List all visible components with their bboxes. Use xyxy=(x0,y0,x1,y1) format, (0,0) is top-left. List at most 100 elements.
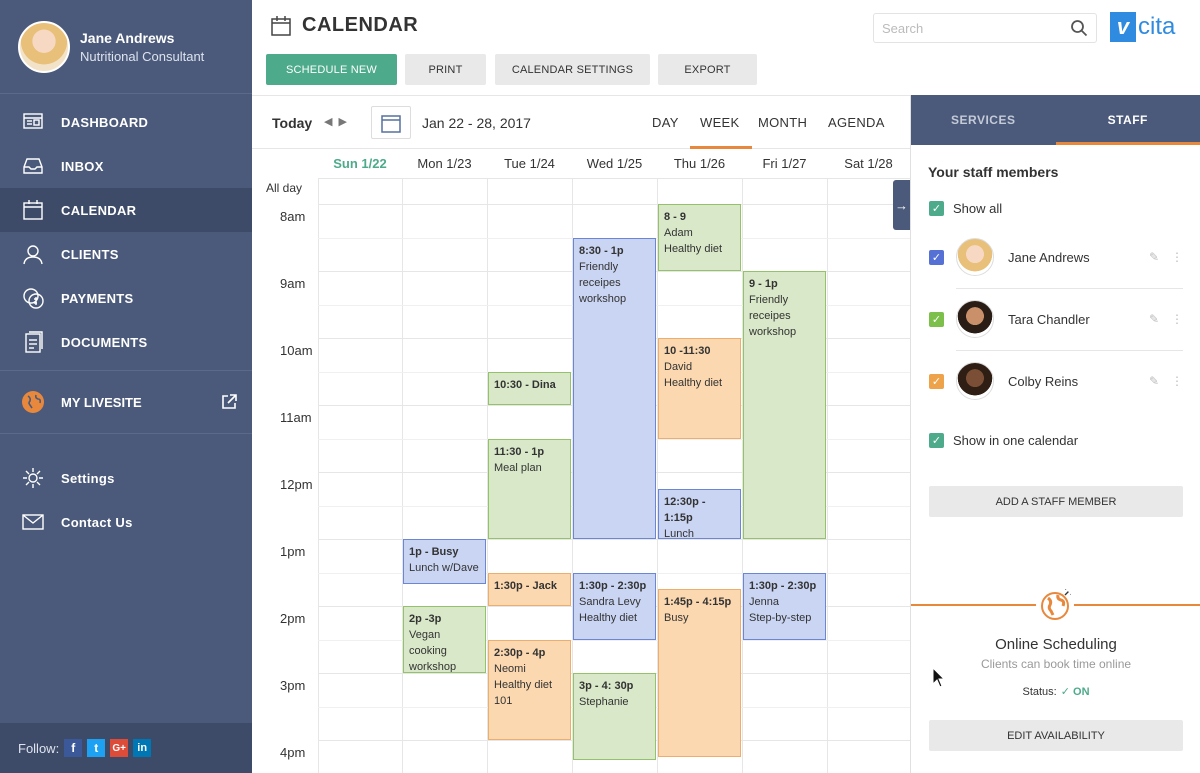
my-livesite-link[interactable]: MY LIVESITE xyxy=(0,371,252,433)
calendar-event[interactable]: 10:30 - Dina xyxy=(488,371,571,405)
gear-icon xyxy=(20,465,46,491)
sidebar-item-label: CALENDAR xyxy=(61,202,137,218)
tab-staff[interactable]: STAFF xyxy=(1055,95,1200,145)
clients-icon xyxy=(20,241,46,267)
calendar-event[interactable]: 11:30 - 1p Meal plan xyxy=(488,438,571,539)
calendar-event[interactable]: 3p - 4: 30p Stephanie xyxy=(573,673,656,761)
external-link-icon[interactable] xyxy=(220,393,238,411)
event-detail: Healthy diet xyxy=(579,611,638,624)
sidebar-item-label: CLIENTS xyxy=(61,246,119,262)
show-in-one-checkbox[interactable]: ✓ xyxy=(929,433,944,448)
event-time: 10 -11:30 xyxy=(664,345,711,357)
envelope-icon xyxy=(20,509,46,535)
calendar-event[interactable]: 12:30p - 1:15p Lunch xyxy=(658,488,741,539)
view-agenda-tab[interactable]: AGENDA xyxy=(828,115,885,130)
schedule-new-button[interactable]: SCHEDULE NEW xyxy=(266,54,397,85)
event-detail: Friendly xyxy=(749,294,789,306)
grid-column-line xyxy=(402,178,403,773)
calendar-event[interactable]: 1:30p - 2:30p Jenna Step-by-step xyxy=(743,572,826,640)
profile[interactable]: Jane Andrews Nutritional Consultant xyxy=(0,0,252,94)
staff-member-row[interactable]: ✓ Colby Reins ✎ ⋮ xyxy=(929,350,1183,412)
calendar-event[interactable]: 9 - 1p Friendly receipes workshop xyxy=(743,271,826,539)
pencil-icon[interactable]: ✎ xyxy=(1149,250,1159,264)
calendar-event[interactable]: 2:30p - 4p Neomi Healthy diet 101 xyxy=(488,639,571,740)
staff-name: Colby Reins xyxy=(1008,373,1079,389)
sidebar-item-documents[interactable]: DOCUMENTS xyxy=(0,320,252,364)
more-icon[interactable]: ⋮ xyxy=(1171,312,1183,326)
prev-arrow-icon[interactable]: ◀ xyxy=(324,116,338,128)
day-header[interactable]: Tue 1/24 xyxy=(487,149,572,178)
sidebar-item-dashboard[interactable]: DASHBOARD xyxy=(0,100,252,144)
staff-checkbox[interactable]: ✓ xyxy=(929,249,944,265)
calendar-event[interactable]: 8 - 9 Adam Healthy diet xyxy=(658,204,741,271)
staff-checkbox[interactable]: ✓ xyxy=(929,311,944,327)
event-detail: workshop xyxy=(579,292,627,305)
event-detail: David xyxy=(664,361,693,373)
search-box xyxy=(873,13,1097,43)
inbox-icon xyxy=(20,153,46,179)
calendar-event[interactable]: 8:30 - 1p Friendly receipes workshop xyxy=(573,237,656,539)
sidebar-item-label: INBOX xyxy=(61,158,104,174)
facebook-icon[interactable]: f xyxy=(64,739,83,757)
calendar-event[interactable]: 1:30p - Jack xyxy=(488,572,571,606)
twitter-icon[interactable]: t xyxy=(87,739,106,757)
search-icon[interactable] xyxy=(1070,19,1088,37)
sidebar-item-clients[interactable]: CLIENTS xyxy=(0,232,252,276)
calendar-event[interactable]: 1:45p - 4:15p Busy xyxy=(658,589,741,757)
show-in-one-row[interactable]: ✓ Show in one calendar xyxy=(929,433,1078,448)
profile-role: Nutritional Consultant xyxy=(80,48,205,64)
calendar-event[interactable]: 10 -11:30 David Healthy diet xyxy=(658,338,741,439)
show-all-checkbox[interactable]: ✓ xyxy=(929,201,944,216)
event-time: 8 - 9 xyxy=(664,211,687,223)
calendar-event[interactable]: 1:30p - 2:30p Sandra Levy Healthy diet xyxy=(573,572,656,640)
view-day-tab[interactable]: DAY xyxy=(652,115,679,130)
day-header[interactable]: Sat 1/28 xyxy=(827,149,910,178)
pencil-icon[interactable]: ✎ xyxy=(1149,374,1159,388)
sidebar-item-payments[interactable]: PAYMENTS xyxy=(0,276,252,320)
staff-member-row[interactable]: ✓ Tara Chandler ✎ ⋮ xyxy=(929,288,1183,350)
day-header[interactable]: Sun 1/22 xyxy=(318,149,402,178)
avatar xyxy=(18,20,70,73)
edit-availability-button[interactable]: EDIT AVAILABILITY xyxy=(929,720,1183,751)
event-detail: Vegan cooking xyxy=(409,629,447,657)
livesite-label: MY LIVESITE xyxy=(61,394,142,410)
next-arrow-icon[interactable]: ▶ xyxy=(338,116,352,128)
add-staff-button[interactable]: ADD A STAFF MEMBER xyxy=(929,486,1183,517)
hour-label: 3pm xyxy=(280,678,306,693)
view-week-tab[interactable]: WEEK xyxy=(700,115,739,130)
day-header[interactable]: Wed 1/25 xyxy=(572,149,657,178)
show-all-row[interactable]: ✓ Show all xyxy=(929,201,1002,216)
staff-checkbox[interactable]: ✓ xyxy=(929,373,944,389)
google-plus-icon[interactable]: G+ xyxy=(110,739,129,757)
date-picker-button[interactable] xyxy=(371,106,411,139)
day-header[interactable]: Mon 1/23 xyxy=(402,149,487,178)
calendar-event[interactable]: 2p -3p Vegan cooking workshop xyxy=(403,606,486,673)
pencil-icon[interactable]: ✎ xyxy=(1149,312,1159,326)
tab-services[interactable]: SERVICES xyxy=(911,95,1056,145)
follow-label: Follow: xyxy=(18,740,60,756)
view-month-tab[interactable]: MONTH xyxy=(758,115,807,130)
event-time: 1:30p - 2:30p xyxy=(749,579,817,592)
day-header[interactable]: Fri 1/27 xyxy=(742,149,827,178)
calendar-event[interactable]: 1p - Busy Lunch w/Dave xyxy=(403,539,486,584)
today-button[interactable]: Today xyxy=(272,115,312,131)
more-icon[interactable]: ⋮ xyxy=(1171,374,1183,388)
sidebar-item-calendar[interactable]: CALENDAR xyxy=(0,188,252,232)
staff-member-row[interactable]: ✓ Jane Andrews ✎ ⋮ xyxy=(929,226,1183,288)
event-time: 12:30p - 1:15p xyxy=(664,495,706,524)
staff-name: Jane Andrews xyxy=(1008,249,1090,265)
status-on-badge[interactable]: ✓ ON xyxy=(1061,686,1090,698)
online-scheduling-subtitle: Clients can book time online xyxy=(980,657,1132,671)
more-icon[interactable]: ⋮ xyxy=(1171,250,1183,264)
collapse-panel-button[interactable]: → xyxy=(893,180,910,230)
linkedin-icon[interactable]: in xyxy=(133,739,152,757)
sidebar-item-contact-us[interactable]: Contact Us xyxy=(0,500,252,544)
print-button[interactable]: PRINT xyxy=(405,54,486,85)
search-input[interactable] xyxy=(882,20,1070,36)
sidebar-item-settings[interactable]: Settings xyxy=(0,456,252,500)
hour-label: 4pm xyxy=(280,745,306,760)
sidebar-item-inbox[interactable]: INBOX xyxy=(0,144,252,188)
day-header[interactable]: Thu 1/26 xyxy=(657,149,742,178)
calendar-settings-button[interactable]: CALENDAR SETTINGS xyxy=(495,54,650,85)
export-button[interactable]: EXPORT xyxy=(658,54,757,85)
